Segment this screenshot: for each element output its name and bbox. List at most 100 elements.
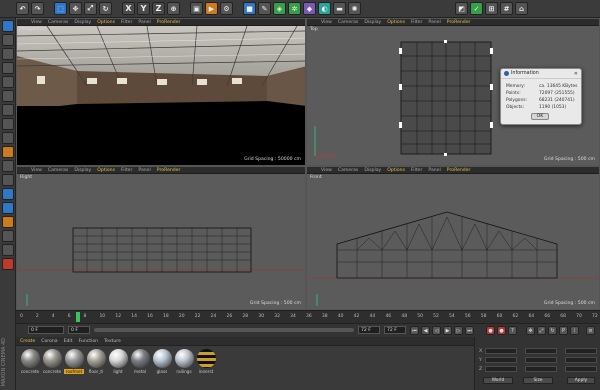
key-selection-icon[interactable]: ? (508, 326, 517, 335)
polygons-mode-icon[interactable] (2, 76, 14, 88)
material-swatch[interactable]: railings (174, 349, 194, 374)
play-icon[interactable]: ▶ (443, 326, 452, 335)
rotate-tool-button[interactable]: ↻ (99, 2, 112, 15)
menu-function[interactable]: Function (79, 339, 99, 344)
material-swatch[interactable]: light (108, 349, 128, 374)
b-rotation-field[interactable] (565, 366, 597, 372)
subdivision-icon[interactable]: ◈ (273, 2, 286, 15)
menu-texture[interactable]: Texture (104, 339, 121, 344)
menu-filter[interactable]: Filter (411, 168, 422, 173)
menu-cameras[interactable]: Cameras (338, 168, 358, 173)
max-frame-field[interactable]: 72 F (384, 326, 406, 334)
z-axis-button[interactable]: Z (152, 2, 165, 15)
layout-icon[interactable]: ◩ (455, 2, 468, 15)
right-viewport[interactable]: View Cameras Display Options Filter Pane… (16, 166, 306, 310)
go-to-end-icon[interactable]: ⏭ (465, 326, 474, 335)
texture-mode-icon[interactable] (2, 34, 14, 46)
point-level-icon[interactable]: ⁞ (570, 326, 579, 335)
snap-icon[interactable]: ✓ (470, 2, 483, 15)
snap-mode-icon[interactable] (2, 132, 14, 144)
lock-icon[interactable]: ⌂ (515, 2, 528, 15)
scale-key-icon[interactable]: ⤢ (537, 326, 546, 335)
scale-tool-button[interactable]: ⤢ (84, 2, 97, 15)
menu-display[interactable]: Display (74, 20, 91, 25)
size-dropdown[interactable]: Size (523, 377, 553, 384)
camera-icon[interactable]: ▬ (333, 2, 346, 15)
locked-workplane-icon[interactable] (2, 202, 14, 214)
menu-display[interactable]: Display (364, 168, 381, 173)
menu-cameras[interactable]: Cameras (48, 20, 68, 25)
redo-button[interactable]: ↷ (31, 2, 44, 15)
menu-create[interactable]: Create (20, 339, 35, 344)
viewport-solo-icon[interactable] (2, 244, 14, 256)
menu-prorender[interactable]: ProRender (447, 20, 471, 25)
environment-icon[interactable]: ◐ (318, 2, 331, 15)
menu-panel[interactable]: Panel (428, 168, 440, 173)
previous-key-icon[interactable]: ◀ (421, 326, 430, 335)
start-frame-field[interactable]: 0 F (28, 326, 64, 334)
menu-options[interactable]: Options (387, 168, 405, 173)
coordinate-system-button[interactable]: ⊕ (167, 2, 180, 15)
x-position-field[interactable] (485, 348, 517, 354)
planar-workplane-icon[interactable] (2, 216, 14, 228)
menu-display[interactable]: Display (364, 20, 381, 25)
light-icon[interactable]: ✺ (348, 2, 361, 15)
menu-cameras[interactable]: Cameras (48, 168, 68, 173)
menu-options[interactable]: Options (97, 168, 115, 173)
record-icon[interactable] (2, 258, 14, 270)
workplane-mode-icon[interactable] (2, 174, 14, 186)
pen-icon[interactable]: ✎ (258, 2, 271, 15)
menu-prorender[interactable]: ProRender (157, 168, 181, 173)
live-selection-button[interactable]: ⬚ (54, 2, 67, 15)
points-mode-icon[interactable] (2, 48, 14, 60)
world-dropdown[interactable]: World (483, 377, 513, 384)
workplane-icon[interactable]: ⊞ (485, 2, 498, 15)
menu-options[interactable]: Options (387, 20, 405, 25)
render-view-icon[interactable]: ▶ (205, 2, 218, 15)
paint-icon[interactable] (2, 146, 14, 158)
end-frame-field[interactable]: 72 F (358, 326, 380, 334)
h-rotation-field[interactable] (565, 348, 597, 354)
menu-prorender[interactable]: ProRender (447, 168, 471, 173)
material-swatch[interactable]: glass (152, 349, 172, 374)
p-rotation-field[interactable] (565, 357, 597, 363)
rotation-key-icon[interactable]: ↻ (548, 326, 557, 335)
record-keyframe-icon[interactable]: ● (486, 326, 495, 335)
tweak-mode-icon[interactable] (2, 104, 14, 116)
menu-panel[interactable]: Panel (138, 20, 150, 25)
move-tool-button[interactable]: ✥ (69, 2, 82, 15)
x-size-field[interactable] (525, 348, 557, 354)
material-swatch[interactable]: concrete (20, 349, 40, 374)
z-position-field[interactable] (485, 366, 517, 372)
menu-panel[interactable]: Panel (138, 168, 150, 173)
grid-icon[interactable]: # (500, 2, 513, 15)
x-axis-button[interactable]: X (122, 2, 135, 15)
next-frame-icon[interactable]: ▷ (454, 326, 463, 335)
material-swatch[interactable]: innerst (196, 349, 216, 374)
render-region-icon[interactable]: ▣ (190, 2, 203, 15)
front-viewport[interactable]: View Cameras Display Options Filter Pane… (306, 166, 600, 310)
menu-prorender[interactable]: ProRender (157, 20, 181, 25)
menu-edit[interactable]: Edit (64, 339, 73, 344)
sculpt-icon[interactable] (2, 160, 14, 172)
menu-panel[interactable]: Panel (428, 20, 440, 25)
perspective-viewport[interactable]: View Cameras Display Options Filter Pane… (16, 18, 306, 166)
menu-corona[interactable]: Corona (41, 339, 57, 344)
menu-options[interactable]: Options (97, 20, 115, 25)
edges-mode-icon[interactable] (2, 62, 14, 74)
enable-axis-icon[interactable] (2, 188, 14, 200)
menu-cameras[interactable]: Cameras (338, 20, 358, 25)
ok-button[interactable]: OK (531, 113, 549, 120)
model-mode-icon[interactable] (2, 20, 14, 32)
y-axis-button[interactable]: Y (137, 2, 150, 15)
y-position-field[interactable] (485, 357, 517, 363)
playhead[interactable] (75, 312, 80, 322)
parameter-key-icon[interactable]: P (559, 326, 568, 335)
apply-button[interactable]: Apply (567, 377, 595, 384)
menu-filter[interactable]: Filter (121, 168, 132, 173)
y-size-field[interactable] (525, 357, 557, 363)
previous-frame-icon[interactable]: ◁ (432, 326, 441, 335)
render-settings-icon[interactable]: ⚙ (220, 2, 233, 15)
menu-view[interactable]: View (31, 20, 42, 25)
cloner-icon[interactable]: ✲ (288, 2, 301, 15)
